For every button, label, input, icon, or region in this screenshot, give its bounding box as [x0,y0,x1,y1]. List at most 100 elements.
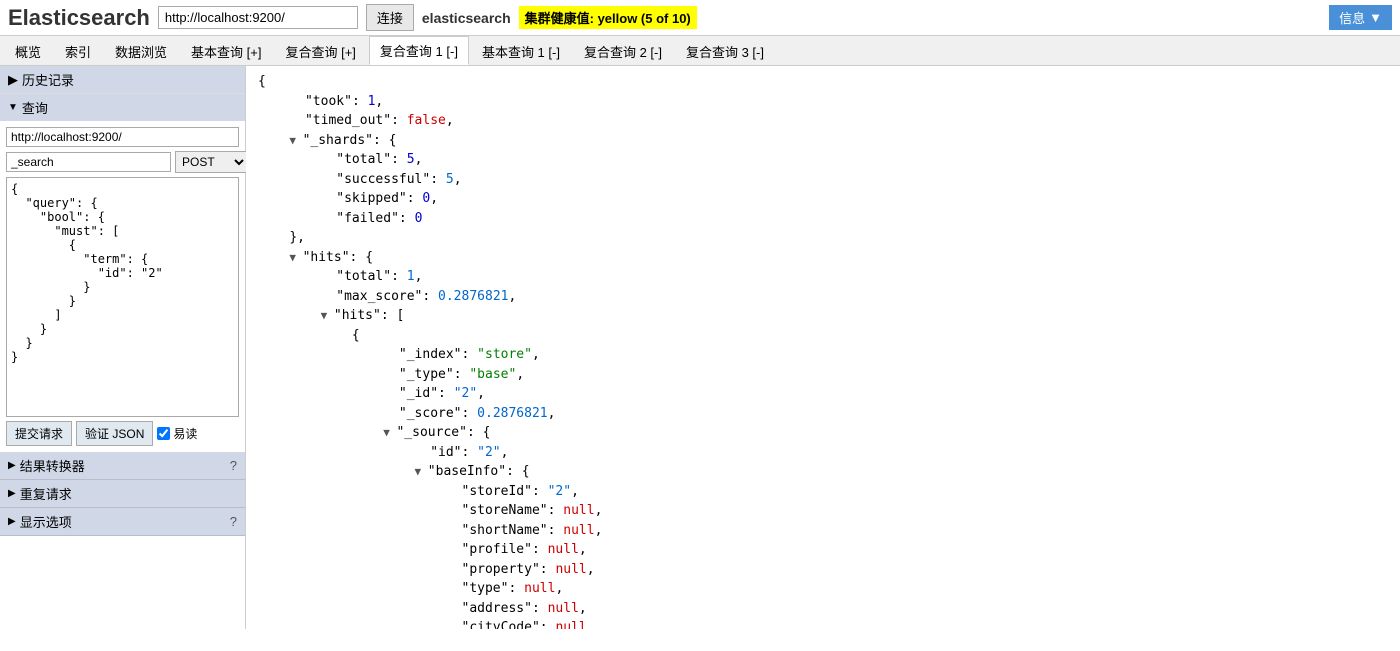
json-comma: , [454,172,462,187]
json-sep: : [391,269,407,284]
json-sep: : [407,191,423,206]
toggle-icon[interactable]: ▼ [289,251,302,264]
query-method-select[interactable]: GETPOSTPUTDELETEHEAD [175,151,248,173]
json-value: null [524,581,555,596]
json-link-value[interactable]: "2" [454,386,477,401]
submit-button[interactable]: 提交请求 [6,421,72,446]
tab-item[interactable]: 概览 [4,37,52,65]
result-line: "total": 1, [258,267,1388,287]
json-link-value[interactable]: 0.2876821 [477,406,547,421]
result-line: "total": 5, [258,150,1388,170]
json-comma: , [430,191,438,206]
tool-item-label: ▶ 结果转换器 [8,456,85,475]
json-link-value[interactable]: 1 [407,269,415,284]
sidebar-tool-item[interactable]: ▶ 显示选项 ? [0,508,245,536]
toggle-icon[interactable]: ▼ [383,426,396,439]
tab-item[interactable]: 复合查询 [+] [274,37,366,65]
easyread-checkbox[interactable] [157,427,170,440]
toggle-icon[interactable]: ▼ [415,465,428,478]
json-comma: , [587,562,595,577]
tabs-bar: 概览索引数据浏览基本查询 [+]复合查询 [+]复合查询 1 [-]基本查询 1… [0,36,1400,66]
json-sep: : [399,211,415,226]
json-value: "base" [469,367,516,382]
tab-item[interactable]: 数据浏览 [104,37,178,65]
result-line: }, [258,228,1388,248]
tool-label: 结果转换器 [20,456,85,475]
json-value: null [548,601,579,616]
header: Elasticsearch 连接 elasticsearch 集群健康值: ye… [0,0,1400,36]
result-line: ▼ "hits": { [258,248,1388,268]
main-layout: ▶ 历史记录 ▼ 查询 GETPOSTPUTDELETEHEAD 提交请求 验证… [0,66,1400,629]
tab-item[interactable]: 复合查询 3 [-] [675,37,775,65]
result-line: "storeId": "2", [258,482,1388,502]
json-comma: , [595,503,603,518]
json-sep: : [462,406,478,421]
arrow-icon: ▼ [8,102,18,113]
tab-item[interactable]: 索引 [54,37,102,65]
tab-item[interactable]: 基本查询 [+] [180,37,272,65]
result-line: "id": "2", [258,443,1388,463]
json-sep: : [532,542,548,557]
validate-json-button[interactable]: 验证 JSON [76,421,153,446]
json-link-value[interactable]: "2" [548,484,571,499]
json-comma: , [571,484,579,499]
connect-button[interactable]: 连接 [366,4,414,31]
sidebar-tool-item[interactable]: ▶ 重复请求 [0,480,245,508]
json-bracket: { [365,250,373,265]
json-comma: , [516,367,524,382]
query-path-input[interactable] [6,152,171,172]
json-comma: , [415,152,423,167]
json-sep: : [454,367,470,382]
cluster-health-badge: 集群健康值: yellow (5 of 10) [519,6,697,29]
json-value: null [563,503,594,518]
sidebar: ▶ 历史记录 ▼ 查询 GETPOSTPUTDELETEHEAD 提交请求 验证… [0,66,246,629]
result-panel[interactable]: { "took": 1, "timed_out": false, ▼ "_sha… [246,66,1400,629]
cluster-name: elasticsearch [422,10,511,26]
history-label: 历史记录 [22,70,74,89]
json-link-value[interactable]: "2" [477,445,500,460]
server-url-input[interactable] [158,6,358,29]
json-comma: , [579,601,587,616]
json-sep: : [532,601,548,616]
toggle-icon[interactable]: ▼ [321,309,334,322]
json-sep: : [462,445,478,460]
json-value: null [548,542,579,557]
result-line: "address": null, [258,599,1388,619]
json-comma: , [587,620,595,629]
json-key: "failed" [336,211,399,226]
toggle-icon[interactable]: ▼ [289,134,302,147]
sidebar-tool-item[interactable]: ▶ 结果转换器 ? [0,452,245,480]
info-button[interactable]: 信息 ▼ [1329,5,1392,30]
json-comma: , [477,386,485,401]
help-icon[interactable]: ? [230,514,237,529]
history-header[interactable]: ▶ 历史记录 [0,66,245,93]
query-url-input[interactable] [6,127,239,147]
json-bracket: { [389,133,397,148]
json-link-value[interactable]: 5 [446,172,454,187]
json-key: "_shards" [303,133,373,148]
json-link-value[interactable]: 0.2876821 [438,289,508,304]
query-body-textarea[interactable] [6,177,239,417]
result-line: "skipped": 0, [258,189,1388,209]
json-key: "type" [462,581,509,596]
tab-item[interactable]: 基本查询 1 [-] [471,37,571,65]
json-sep: : [350,250,366,265]
easyread-label[interactable]: 易读 [157,425,197,442]
help-icon[interactable]: ? [230,458,237,473]
json-bracket: [ [397,308,405,323]
json-sep: : [467,425,483,440]
query-section-header[interactable]: ▼ 查询 [0,94,245,121]
result-line: "_index": "store", [258,345,1388,365]
tool-label: 显示选项 [20,512,72,531]
json-sep: : [540,562,556,577]
json-comma: , [375,94,383,109]
chevron-down-icon: ▼ [1369,10,1382,25]
tab-item[interactable]: 复合查询 2 [-] [573,37,673,65]
query-actions: 提交请求 验证 JSON 易读 [6,421,239,446]
json-sep: : [462,347,478,362]
json-sep: : [438,386,454,401]
json-comma: , [555,581,563,596]
tab-item[interactable]: 复合查询 1 [-] [369,36,469,65]
result-line: ▼ "baseInfo": { [258,462,1388,482]
json-value: 0 [415,211,423,226]
